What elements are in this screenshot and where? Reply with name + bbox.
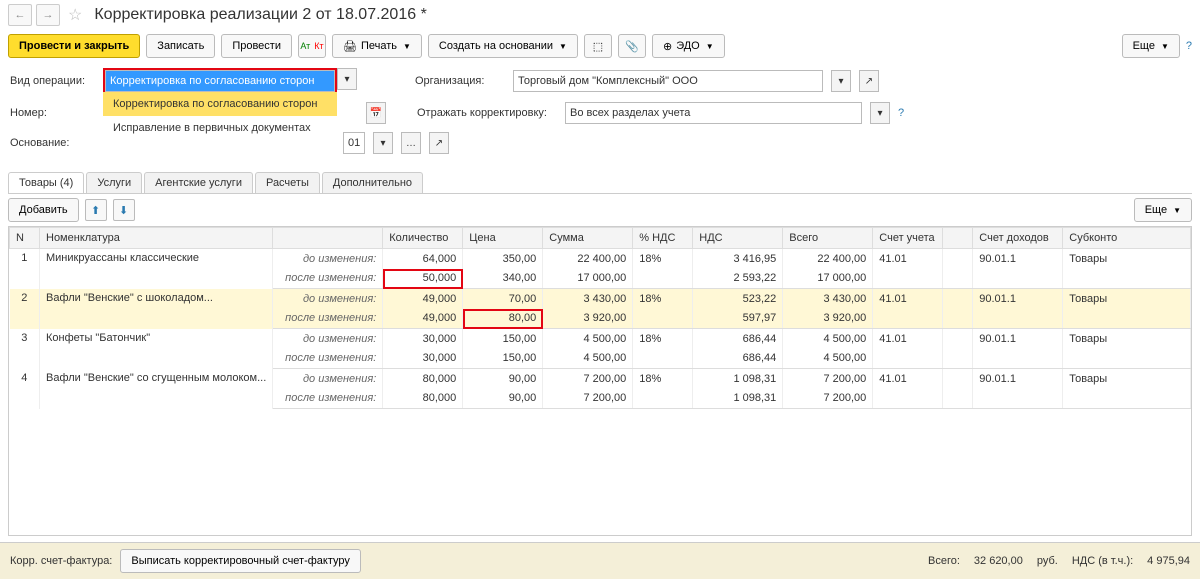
attach-icon-button[interactable]: 📎 [618, 34, 646, 58]
col-price[interactable]: Цена [463, 228, 543, 249]
items-grid[interactable]: N Номенклатура Количество Цена Сумма % Н… [8, 226, 1192, 536]
org-open-button[interactable]: ↗ [859, 70, 879, 92]
calendar-icon-button[interactable]: 📅 [366, 102, 386, 124]
total-value: 32 620,00 [974, 555, 1023, 567]
org-dropdown-arrow[interactable]: ▾ [831, 70, 851, 92]
vat-label: НДС (в т.ч.): [1072, 555, 1133, 567]
col-vat[interactable]: НДС [693, 228, 783, 249]
tab-agent-services[interactable]: Агентские услуги [144, 172, 253, 193]
basis-dropdown-arrow[interactable]: ▾ [373, 132, 393, 154]
basis-label: Основание: [10, 137, 95, 149]
page-title: Корректировка реализации 2 от 18.07.2016… [94, 6, 426, 24]
op-type-dropdown[interactable]: Корректировка по согласованию сторон ▾ К… [103, 68, 337, 94]
create-based-on-button[interactable]: Создать на основании▼ [428, 34, 578, 58]
table-row[interactable]: 3 Конфеты "Батончик" до изменения: 30,00… [10, 329, 1191, 349]
vat-value: 4 975,94 [1147, 555, 1190, 567]
tab-goods[interactable]: Товары (4) [8, 172, 84, 193]
tab-settlements[interactable]: Расчеты [255, 172, 320, 193]
more-button-toolbar[interactable]: Еще▼ [1122, 34, 1180, 58]
number-label: Номер: [10, 107, 95, 119]
table-row[interactable]: 2 Вафли "Венские" с шоколадом... до изме… [10, 289, 1191, 309]
op-type-dropdown-arrow[interactable]: ▾ [337, 68, 357, 90]
org-label: Организация: [415, 75, 505, 87]
col-qty[interactable]: Количество [383, 228, 463, 249]
forward-button[interactable]: → [36, 4, 60, 26]
move-down-button[interactable]: ⬇ [113, 199, 135, 221]
table-row[interactable]: 4 Вафли "Венские" со сгущенным молоком..… [10, 369, 1191, 389]
post-button[interactable]: Провести [221, 34, 292, 58]
dropdown-item-primary-docs[interactable]: Исправление в первичных документах [103, 116, 337, 140]
tab-services[interactable]: Услуги [86, 172, 142, 193]
basis-open-button[interactable]: ↗ [429, 132, 449, 154]
col-total[interactable]: Всего [783, 228, 873, 249]
reflect-input[interactable]: Во всех разделах учета [565, 102, 862, 124]
print-button[interactable]: 🖨Печать▼ [332, 34, 422, 58]
corr-invoice-label: Корр. счет-фактура: [10, 555, 112, 567]
help-icon[interactable]: ? [1186, 40, 1192, 52]
col-income-account[interactable]: Счет доходов [973, 228, 1063, 249]
tab-additional[interactable]: Дополнительно [322, 172, 423, 193]
dtkt-icon-button[interactable]: АтКт [298, 34, 326, 58]
col-nomenclature[interactable]: Номенклатура [40, 228, 273, 249]
back-button[interactable]: ← [8, 4, 32, 26]
currency-label: руб. [1037, 555, 1058, 567]
more-button-grid[interactable]: Еще▼ [1134, 198, 1192, 222]
org-input[interactable]: Торговый дом "Комплексный" ООО [513, 70, 823, 92]
reflect-label: Отражать корректировку: [417, 107, 557, 119]
op-type-value: Корректировка по согласованию сторон [110, 75, 314, 87]
col-vat-pct[interactable]: % НДС [633, 228, 693, 249]
move-up-button[interactable]: ⬆ [85, 199, 107, 221]
write-button[interactable]: Записать [146, 34, 215, 58]
col-n[interactable]: N [10, 228, 40, 249]
basis-ellipsis-button[interactable]: … [401, 132, 421, 154]
edo-button[interactable]: ⊕ ЭДО▼ [652, 34, 725, 58]
total-label: Всего: [928, 555, 960, 567]
col-blank [943, 228, 973, 249]
col-change-label [273, 228, 383, 249]
favorite-star-icon[interactable]: ☆ [68, 5, 82, 25]
table-row[interactable]: 1 Миникруассаны классические до изменени… [10, 249, 1191, 269]
col-account[interactable]: Счет учета [873, 228, 943, 249]
reflect-help-icon[interactable]: ? [898, 107, 904, 119]
col-sum[interactable]: Сумма [543, 228, 633, 249]
post-and-close-button[interactable]: Провести и закрыть [8, 34, 140, 58]
dropdown-item-agreement[interactable]: Корректировка по согласованию сторон [103, 92, 337, 116]
issue-corr-invoice-button[interactable]: Выписать корректировочный счет-фактуру [120, 549, 361, 573]
reflect-dropdown-arrow[interactable]: ▾ [870, 102, 890, 124]
col-subconto[interactable]: Субконто [1063, 228, 1191, 249]
printer-icon: 🖨 [343, 40, 357, 53]
structure-icon-button[interactable]: ⬚ [584, 34, 612, 58]
op-type-label: Вид операции: [10, 75, 95, 87]
add-row-button[interactable]: Добавить [8, 198, 79, 222]
